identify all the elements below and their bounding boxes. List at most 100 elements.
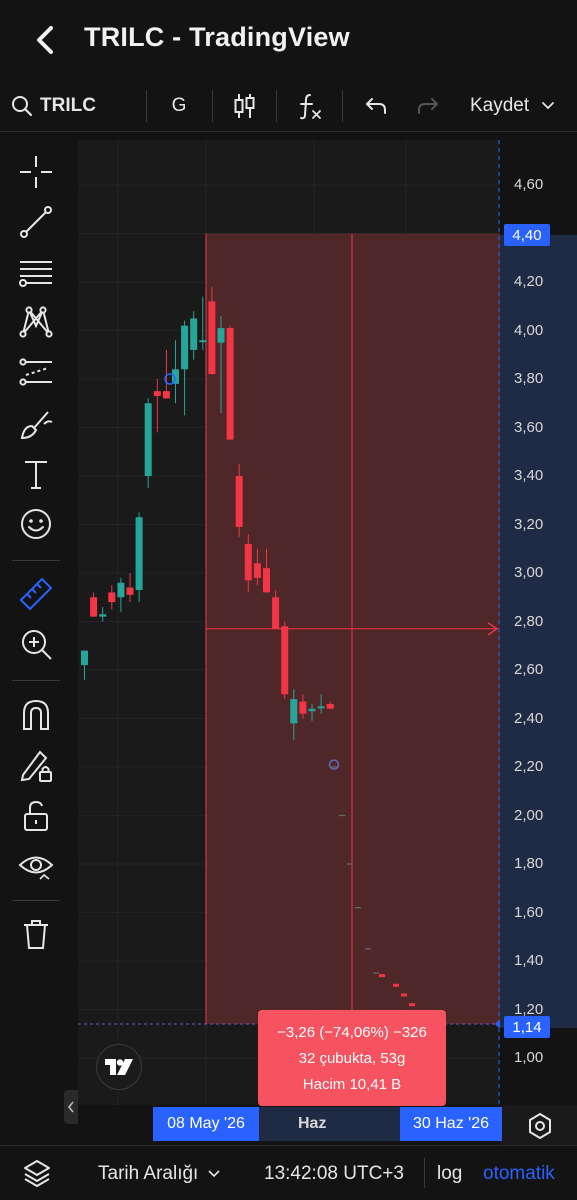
candle-body (217, 328, 225, 343)
interval-button[interactable]: G (160, 80, 198, 132)
price-label: 4,00 (514, 321, 544, 339)
candle-body (299, 701, 307, 714)
collapse-toolbar-button[interactable] (64, 1090, 78, 1124)
zoom-in-tool[interactable] (14, 622, 58, 666)
price-label: 3,80 (514, 370, 544, 387)
price-tag-top: 4,40 (504, 224, 550, 246)
drawing-toolbar (0, 140, 72, 1145)
date-range-button[interactable]: Tarih Aralığı (98, 1146, 220, 1200)
chart-settings-icon[interactable] (526, 1112, 554, 1140)
magnet-tool[interactable] (14, 692, 58, 736)
chart-type-button[interactable] (226, 80, 264, 132)
trash-icon (24, 920, 48, 949)
layers-icon[interactable] (22, 1158, 52, 1188)
symbol-label: TRILC (40, 95, 96, 116)
chevron-down-icon (208, 1169, 220, 1177)
crosshair-tool[interactable] (14, 150, 58, 194)
tradingview-logo-icon (105, 1059, 133, 1075)
ruler-icon (19, 577, 53, 611)
save-button[interactable]: Kaydet (470, 80, 570, 132)
chevron-down-icon (542, 102, 555, 110)
fib-tool[interactable] (14, 250, 58, 294)
price-label: 4,20 (514, 273, 544, 290)
pattern-icon (19, 306, 53, 338)
search-icon (12, 96, 33, 117)
auto-scale-toggle[interactable]: otomatik (483, 1146, 555, 1200)
toolbar-divider (146, 90, 147, 122)
price-label: 3,20 (514, 515, 544, 533)
candle-body (226, 328, 234, 440)
bottom-divider (424, 1158, 425, 1188)
candle-body (162, 391, 170, 399)
unlock-tool[interactable] (14, 794, 58, 838)
time-scale-measure-zone (258, 1107, 400, 1141)
price-label: 4,60 (514, 176, 544, 193)
measure-change: −3,26 (−74,06%) −326 (277, 1023, 427, 1041)
candle-body (235, 476, 243, 527)
candle-body (317, 706, 325, 709)
redo-icon (418, 98, 438, 114)
toolbar-divider (342, 90, 343, 122)
bottom-bar: Tarih Aralığı 13:42:08 UTC+3 log otomati… (0, 1145, 577, 1200)
save-label: Kaydet (470, 95, 530, 116)
fib-icon (19, 261, 52, 287)
chart-toolbar: TRILC G Kaydet (0, 80, 577, 132)
candle-body (108, 592, 116, 603)
crosshair-icon (20, 156, 52, 188)
price-label: 3,60 (514, 418, 544, 436)
indicators-icon (300, 94, 321, 120)
price-label: 3,40 (514, 467, 544, 484)
tool-divider (12, 560, 60, 561)
candle-body (244, 543, 252, 581)
brush-icon (20, 411, 53, 440)
tradingview-logo[interactable] (96, 1044, 142, 1090)
brush-tool[interactable] (14, 402, 58, 446)
candle-body (281, 626, 289, 695)
toolbar-divider (276, 90, 277, 122)
clock-timezone[interactable]: 13:42:08 UTC+3 (264, 1146, 404, 1200)
undo-button[interactable] (360, 80, 392, 132)
candle-body (290, 699, 298, 724)
candle-body (181, 325, 189, 370)
prediction-tool[interactable] (14, 350, 58, 394)
magnet-icon (23, 699, 49, 730)
indicators-button[interactable] (292, 80, 328, 132)
visibility-tool[interactable] (14, 844, 58, 888)
emoji-tool[interactable] (14, 502, 58, 546)
trend-line-tool[interactable] (14, 200, 58, 244)
candle-body (126, 587, 134, 595)
date-range-label: Tarih Aralığı (98, 1162, 199, 1184)
redo-button[interactable] (412, 80, 444, 132)
symbol-search-button[interactable]: TRILC (10, 80, 130, 132)
price-tag-bottom: 1,14 (504, 1016, 550, 1038)
pattern-tool[interactable] (14, 300, 58, 344)
page-title: TRILC - TradingView (84, 22, 350, 52)
delete-tool[interactable] (14, 912, 58, 956)
candle-body (208, 301, 216, 375)
candle-body (172, 369, 179, 384)
ruler-tool[interactable] (14, 572, 58, 616)
price-label: 1,40 (514, 952, 544, 969)
lock-drawings-tool[interactable] (14, 744, 58, 788)
tool-divider (12, 900, 60, 901)
price-label: 1,20 (514, 1000, 544, 1018)
price-label: 2,00 (514, 806, 544, 824)
back-arrow-icon[interactable] (30, 22, 60, 58)
title-bar: TRILC - TradingView (0, 0, 577, 80)
candle-body (199, 340, 207, 343)
time-tag-end: 30 Haz '26 (400, 1107, 502, 1141)
time-tag-start: 08 May '26 (153, 1107, 259, 1141)
candles-icon (234, 94, 255, 118)
prediction-icon (19, 358, 52, 386)
price-label: 2,60 (514, 661, 544, 678)
candle-body (326, 703, 334, 709)
price-label: 2,40 (514, 709, 544, 727)
zoom-in-icon (22, 630, 52, 660)
text-tool[interactable] (14, 452, 58, 496)
tool-divider (12, 680, 60, 681)
chevron-left-icon (67, 1101, 74, 1113)
log-scale-toggle[interactable]: log (437, 1146, 462, 1200)
emoji-icon (21, 509, 51, 539)
price-label: 1,60 (514, 903, 544, 921)
candle-body (81, 650, 88, 666)
